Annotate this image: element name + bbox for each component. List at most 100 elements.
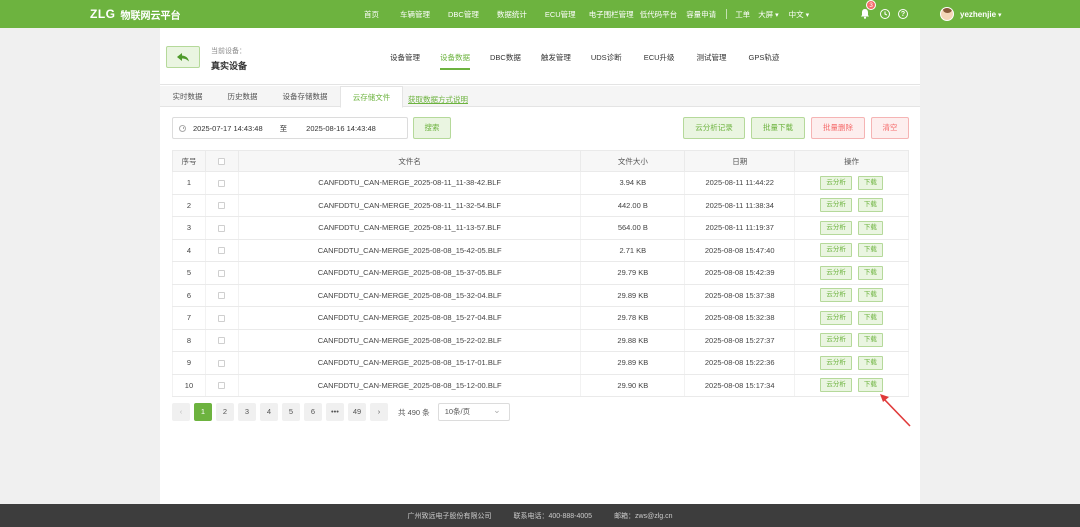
page-49[interactable]: 49 bbox=[348, 403, 366, 421]
subnav-device-data[interactable]: 设备数据 bbox=[440, 52, 470, 70]
download-button[interactable]: 下载 bbox=[857, 220, 883, 235]
page-5[interactable]: 5 bbox=[282, 403, 300, 421]
row-checkbox[interactable] bbox=[218, 337, 226, 345]
download-button[interactable]: 下载 bbox=[857, 310, 883, 325]
subnav-dbc-data[interactable]: DBC数据 bbox=[490, 52, 521, 63]
cloud-analyze-button[interactable]: 云分析 bbox=[820, 243, 852, 258]
row-actions: 云分析 下载 bbox=[794, 306, 909, 330]
menu-low-code-platform[interactable]: 低代码平台 bbox=[640, 9, 678, 20]
menu-capacity-application[interactable]: 容量申请 bbox=[686, 9, 716, 20]
menu-ecu-management[interactable]: ECU管理 bbox=[545, 9, 576, 20]
cloud-analyze-button[interactable]: 云分析 bbox=[820, 175, 852, 190]
menu-home[interactable]: 首页 bbox=[364, 9, 379, 20]
prev-page-button[interactable]: ‹ bbox=[172, 403, 190, 421]
page-1[interactable]: 1 bbox=[194, 403, 212, 421]
row-checkbox[interactable] bbox=[218, 359, 226, 367]
row-checkbox[interactable] bbox=[218, 314, 226, 322]
clear-button[interactable]: 清空 bbox=[871, 117, 909, 139]
main-content: 当前设备： 真实设备 设备管理 设备数据 DBC数据 触发管理 UDS诊断 EC… bbox=[160, 28, 920, 504]
back-button[interactable] bbox=[166, 46, 200, 68]
col-filename: 文件名 bbox=[237, 150, 582, 172]
subnav-uds-diagnosis[interactable]: UDS诊断 bbox=[591, 52, 622, 63]
row-checkbox[interactable] bbox=[218, 292, 226, 300]
subnav-test-management[interactable]: 测试管理 bbox=[697, 52, 727, 63]
download-button[interactable]: 下载 bbox=[857, 265, 883, 280]
row-checkbox[interactable] bbox=[218, 247, 226, 255]
help-icon[interactable]: ? bbox=[898, 9, 908, 19]
cloud-analyze-button[interactable]: 云分析 bbox=[820, 355, 852, 370]
col-filesize: 文件大小 bbox=[580, 150, 686, 172]
cloud-analyze-button[interactable]: 云分析 bbox=[820, 265, 852, 280]
menu-data-statistics[interactable]: 数据统计 bbox=[497, 9, 527, 20]
batch-download-button[interactable]: 批量下载 bbox=[751, 117, 805, 139]
cloud-analysis-records-button[interactable]: 云分析记录 bbox=[683, 117, 745, 139]
tab-device-storage-data[interactable]: 设备存储数据 bbox=[270, 86, 340, 107]
download-button[interactable]: 下载 bbox=[857, 243, 883, 258]
row-index: 3 bbox=[172, 216, 206, 240]
row-checkbox[interactable] bbox=[218, 179, 226, 187]
clock-icon[interactable] bbox=[880, 9, 890, 19]
tab-history-data[interactable]: 历史数据 bbox=[215, 86, 270, 107]
select-all-checkbox[interactable] bbox=[218, 158, 226, 166]
tab-realtime-data[interactable]: 实时数据 bbox=[160, 86, 215, 107]
cloud-analyze-button[interactable]: 云分析 bbox=[820, 288, 852, 303]
cloud-analyze-button[interactable]: 云分析 bbox=[820, 378, 852, 393]
cloud-analyze-button[interactable]: 云分析 bbox=[820, 310, 852, 325]
cloud-analyze-button[interactable]: 云分析 bbox=[820, 220, 852, 235]
date-range-picker[interactable]: 2025-07-17 14:43:48 至 2025-08-16 14:43:4… bbox=[172, 117, 408, 139]
notification-bell[interactable]: 3 bbox=[860, 0, 876, 21]
file-date: 2025-08-08 15:47:40 bbox=[684, 239, 796, 262]
row-checkbox-cell bbox=[204, 216, 239, 240]
row-checkbox[interactable] bbox=[218, 202, 226, 210]
search-button[interactable]: 搜索 bbox=[413, 117, 451, 139]
brand[interactable]: ZLG 物联网云平台 bbox=[90, 7, 181, 22]
download-button[interactable]: 下载 bbox=[857, 333, 883, 348]
file-name: CANFDDTU_CAN-MERGE_2025-08-08_15-37-05.B… bbox=[237, 261, 582, 285]
file-name: CANFDDTU_CAN-MERGE_2025-08-08_15-42-05.B… bbox=[237, 239, 582, 262]
menu-work-order[interactable]: 工单 bbox=[735, 9, 750, 20]
footer-company: 广州致远电子股份有限公司 bbox=[407, 512, 492, 520]
page-6[interactable]: 6 bbox=[304, 403, 322, 421]
file-size: 442.00 B bbox=[580, 194, 686, 217]
page-size-select[interactable]: 10条/页 bbox=[437, 402, 510, 421]
data-access-help-link[interactable]: 获取数据方式说明 bbox=[408, 94, 468, 105]
file-name: CANFDDTU_CAN-MERGE_2025-08-08_15-22-02.B… bbox=[237, 329, 582, 352]
page-4[interactable]: 4 bbox=[260, 403, 278, 421]
subnav-trigger-management[interactable]: 触发管理 bbox=[541, 52, 571, 63]
current-device-name: 真实设备 bbox=[211, 61, 248, 71]
subnav-gps-track[interactable]: GPS轨迹 bbox=[749, 52, 780, 63]
table-row: 7 CANFDDTU_CAN-MERGE_2025-08-08_15-27-04.… bbox=[172, 306, 909, 330]
menu-big-screen[interactable]: 大屏 bbox=[758, 9, 778, 20]
more-pages-ellipsis[interactable]: ••• bbox=[326, 403, 344, 421]
row-index: 2 bbox=[172, 194, 206, 217]
menu-geofence-management[interactable]: 电子围栏管理 bbox=[589, 9, 634, 20]
page-3[interactable]: 3 bbox=[238, 403, 256, 421]
row-actions: 云分析 下载 bbox=[794, 216, 909, 240]
avatar[interactable] bbox=[940, 7, 954, 21]
download-button[interactable]: 下载 bbox=[857, 198, 883, 213]
cloud-analyze-button[interactable]: 云分析 bbox=[820, 198, 852, 213]
download-button[interactable]: 下载 bbox=[857, 355, 883, 370]
download-button[interactable]: 下载 bbox=[857, 175, 883, 190]
subnav-device-management[interactable]: 设备管理 bbox=[390, 52, 420, 63]
row-checkbox[interactable] bbox=[218, 224, 226, 232]
table-row: 10 CANFDDTU_CAN-MERGE_2025-08-08_15-12-00… bbox=[172, 374, 909, 397]
tab-cloud-storage-files[interactable]: 云存储文件 bbox=[340, 86, 403, 108]
col-index: 序号 bbox=[172, 150, 206, 172]
username-dropdown[interactable]: yezhenjie bbox=[960, 10, 1001, 19]
cloud-analyze-button[interactable]: 云分析 bbox=[820, 333, 852, 348]
end-date-input[interactable]: 2025-08-16 14:43:48 bbox=[306, 124, 376, 133]
download-button[interactable]: 下载 bbox=[857, 288, 883, 303]
subnav-ecu-upgrade[interactable]: ECU升级 bbox=[644, 52, 675, 63]
page-2[interactable]: 2 bbox=[216, 403, 234, 421]
row-index: 8 bbox=[172, 329, 206, 352]
footer-phone: 联系电话：400-888-4005 bbox=[513, 512, 593, 520]
next-page-button[interactable]: › bbox=[370, 403, 388, 421]
menu-dbc-management[interactable]: DBC管理 bbox=[448, 9, 479, 20]
language-select[interactable]: 中文 bbox=[789, 9, 809, 20]
row-checkbox[interactable] bbox=[218, 382, 226, 390]
row-checkbox[interactable] bbox=[218, 269, 226, 277]
batch-delete-button[interactable]: 批量删除 bbox=[811, 117, 865, 139]
start-date-input[interactable]: 2025-07-17 14:43:48 bbox=[193, 124, 263, 133]
menu-vehicle-management[interactable]: 车辆管理 bbox=[400, 9, 430, 20]
